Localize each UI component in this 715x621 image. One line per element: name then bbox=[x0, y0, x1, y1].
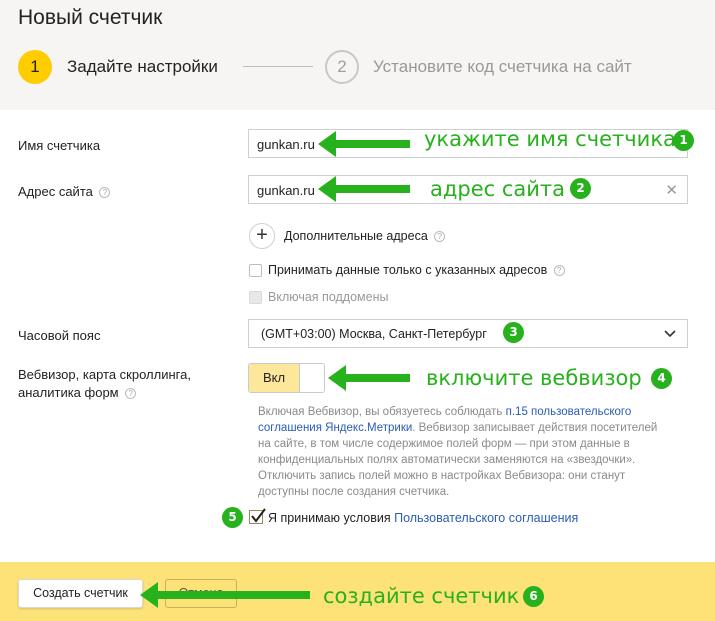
timezone-select[interactable]: (GMT+03:00) Москва, Санкт-Петербург bbox=[248, 319, 688, 348]
subdomains-label: Включая поддомены bbox=[268, 290, 389, 304]
step-1-label: Задайте настройки bbox=[67, 57, 218, 76]
site-address-label-text: Адрес сайта bbox=[18, 184, 93, 199]
clear-icon[interactable]: ✕ bbox=[665, 181, 678, 199]
webvisor-toggle-knob bbox=[299, 364, 324, 392]
agree-label: Я принимаю условия Пользовательского сог… bbox=[268, 511, 578, 525]
add-address-button[interactable]: + bbox=[249, 223, 275, 249]
annotation-1-text: укажите имя счетчика bbox=[424, 127, 676, 151]
webvisor-note-part1: Включая Вебвизор, вы обязуетесь соблюдат… bbox=[258, 406, 506, 418]
step-1-indicator: 1 bbox=[18, 50, 52, 84]
annotation-6-text: создайте счетчик bbox=[323, 584, 520, 608]
annotation-5-badge: 5 bbox=[222, 507, 243, 528]
counter-name-value: gunkan.ru bbox=[257, 137, 315, 152]
annotation-4-badge: 4 bbox=[651, 368, 672, 389]
only-listed[interactable]: Принимать данные только с указанных адре… bbox=[268, 263, 565, 277]
cancel-button[interactable]: Отмена bbox=[165, 579, 237, 608]
webvisor-toggle[interactable]: Вкл bbox=[248, 363, 325, 393]
step-divider bbox=[243, 66, 313, 67]
user-agreement-link[interactable]: Пользовательского соглашения bbox=[394, 511, 578, 525]
arrow-4 bbox=[328, 365, 410, 391]
annotation-2-badge: 2 bbox=[570, 178, 591, 199]
webvisor-label-line2-text: аналитика форм bbox=[18, 385, 119, 400]
chevron-down-icon bbox=[664, 330, 676, 338]
site-address-label: Адрес сайта ? bbox=[18, 183, 111, 201]
webvisor-label: Вебвизор, карта скроллинга, аналитика фо… bbox=[18, 366, 191, 402]
only-listed-label: Принимать данные только с указанных адре… bbox=[268, 263, 548, 277]
webvisor-toggle-label: Вкл bbox=[249, 364, 299, 392]
additional-addresses[interactable]: Дополнительные адреса ? bbox=[284, 229, 446, 243]
webvisor-label-line1: Вебвизор, карта скроллинга, bbox=[18, 367, 191, 382]
webvisor-note: Включая Вебвизор, вы обязуетесь соблюдат… bbox=[258, 404, 668, 500]
timezone-label: Часовой пояс bbox=[18, 328, 101, 343]
annotation-3-badge: 3 bbox=[503, 322, 524, 343]
annotation-4-text: включите вебвизор bbox=[426, 366, 642, 390]
agree-text: Я принимаю условия bbox=[268, 511, 395, 525]
help-icon[interactable]: ? bbox=[553, 265, 565, 277]
help-icon[interactable]: ? bbox=[434, 231, 446, 243]
counter-name-label: Имя счетчика bbox=[18, 138, 101, 153]
additional-addresses-label: Дополнительные адреса bbox=[284, 229, 428, 243]
annotation-2-text: адрес сайта bbox=[430, 177, 566, 201]
header: Новый счетчик 1 Задайте настройки 2 Уста… bbox=[0, 0, 715, 110]
only-listed-checkbox[interactable] bbox=[249, 264, 262, 277]
agree-checkbox[interactable] bbox=[249, 508, 266, 524]
site-address-value: gunkan.ru bbox=[257, 183, 315, 198]
subdomains-checkbox bbox=[249, 291, 262, 304]
page-title: Новый счетчик bbox=[18, 6, 163, 29]
annotation-6-badge: 6 bbox=[523, 586, 544, 607]
checkmark-icon bbox=[251, 508, 266, 523]
step-2-label: Установите код счетчика на сайт bbox=[373, 57, 632, 76]
webvisor-label-line2: аналитика форм ? bbox=[18, 384, 191, 402]
step-2-indicator: 2 bbox=[325, 50, 359, 84]
timezone-value: (GMT+03:00) Москва, Санкт-Петербург bbox=[261, 327, 487, 341]
help-icon[interactable]: ? bbox=[125, 388, 137, 400]
create-counter-button[interactable]: Создать счетчик bbox=[18, 579, 143, 608]
help-icon[interactable]: ? bbox=[99, 187, 111, 199]
annotation-1-badge: 1 bbox=[673, 130, 694, 151]
